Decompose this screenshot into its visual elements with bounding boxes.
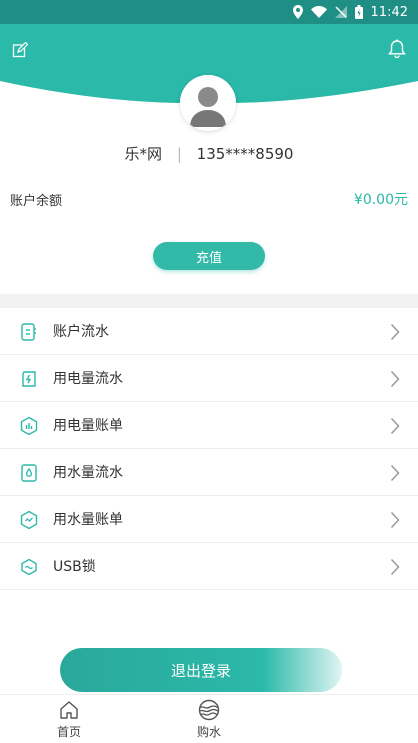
tab-buy-water[interactable]: 购水 [179, 699, 239, 740]
menu-list: 账户流水 用电量流水 用电量账单 用水量流水 用水量账单 USB锁 [0, 308, 418, 590]
menu-item-label: 账户流水 [53, 324, 109, 340]
section-divider [0, 294, 418, 308]
user-avatar-icon [180, 75, 236, 131]
electricity-flow-icon [19, 369, 39, 389]
app-header [0, 24, 418, 80]
menu-item-electricity-flow[interactable]: 用电量流水 [0, 355, 418, 402]
separator: | [176, 145, 182, 163]
balance-label: 账户余额 [10, 193, 63, 209]
bottom-tab-bar: 首页 购水 [0, 694, 418, 743]
menu-item-label: 用电量账单 [53, 418, 123, 434]
home-icon [58, 699, 80, 721]
location-icon [292, 5, 303, 19]
balance-row: 账户余额 ¥0.00元 [10, 188, 408, 210]
tab-buy-water-label: 购水 [196, 725, 221, 739]
tab-home-label: 首页 [56, 725, 81, 739]
menu-item-label: 用水量流水 [53, 465, 123, 481]
signal-off-icon [334, 6, 347, 18]
wifi-icon [310, 6, 327, 18]
bell-icon[interactable] [388, 39, 406, 59]
chevron-right-icon [390, 511, 400, 529]
chevron-right-icon [390, 464, 400, 482]
menu-item-water-bill[interactable]: 用水量账单 [0, 496, 418, 543]
chevron-right-icon [390, 417, 400, 435]
menu-item-account-statement[interactable]: 账户流水 [0, 308, 418, 355]
electricity-bill-icon [19, 416, 39, 436]
user-phone: 135****8590 [196, 145, 294, 163]
menu-item-usb-lock[interactable]: USB锁 [0, 543, 418, 590]
user-info: 乐*网 | 135****8590 [0, 143, 418, 164]
status-time: 11:42 [370, 4, 408, 20]
user-name: 乐*网 [124, 145, 163, 163]
menu-item-label: 用电量流水 [53, 371, 123, 387]
battery-icon [354, 5, 363, 19]
chevron-right-icon [390, 323, 400, 341]
recharge-button[interactable]: 充值 [153, 242, 265, 270]
logout-button[interactable]: 退出登录 [60, 648, 342, 692]
menu-item-electricity-bill[interactable]: 用电量账单 [0, 402, 418, 449]
statement-icon [19, 322, 39, 342]
water-bill-icon [19, 510, 39, 530]
usb-lock-icon [19, 557, 39, 577]
status-bar: 11:42 [0, 0, 418, 24]
tab-home[interactable]: 首页 [39, 699, 99, 740]
chevron-right-icon [390, 558, 400, 576]
water-flow-icon [19, 463, 39, 483]
menu-item-label: 用水量账单 [53, 512, 123, 528]
edit-icon[interactable] [12, 41, 29, 58]
chevron-right-icon [390, 370, 400, 388]
menu-item-water-flow[interactable]: 用水量流水 [0, 449, 418, 496]
buy-water-icon [198, 699, 220, 721]
menu-item-label: USB锁 [53, 559, 96, 575]
balance-amount: ¥0.00元 [353, 192, 408, 208]
avatar[interactable] [180, 75, 236, 131]
